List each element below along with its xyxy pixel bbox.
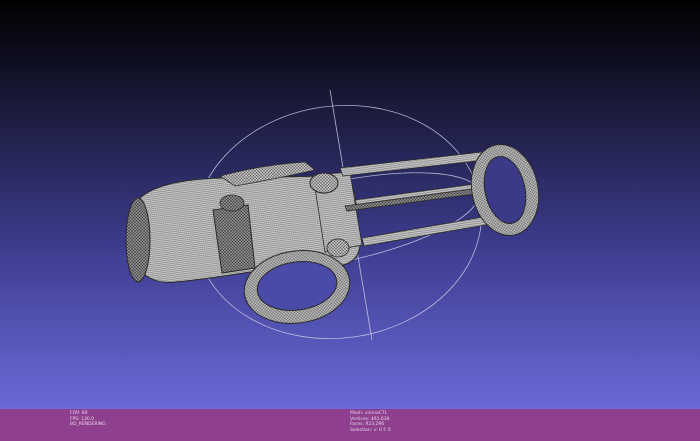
render-info: FOV: 60 FPS: 130.0 BO_RENDERING — [70, 411, 106, 428]
mesh-name-readout: Mesh: corinaCTL — [350, 411, 388, 416]
render-mode-readout: BO_RENDERING — [70, 422, 106, 428]
selection-readout: Selection: v: 0 f: 0 — [350, 427, 391, 433]
mesh-render — [125, 89, 540, 341]
mesh-info: Mesh: corinaCTL Vertices: 461,636 Faces:… — [350, 411, 391, 433]
3d-viewport[interactable] — [0, 0, 700, 409]
status-bar: FOV: 60 FPS: 130.0 BO_RENDERING Mesh: co… — [0, 409, 700, 441]
